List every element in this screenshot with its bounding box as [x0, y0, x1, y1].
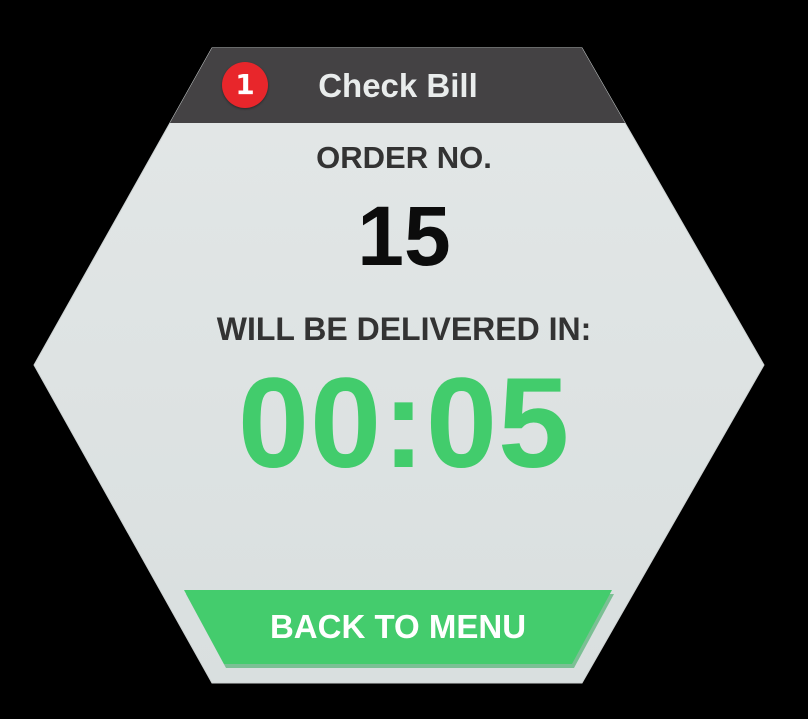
order-number-value: 15: [357, 189, 451, 283]
header-title: Check Bill: [318, 67, 478, 104]
back-to-menu-label: BACK TO MENU: [269, 608, 527, 645]
back-to-menu-button[interactable]: BACK TO MENU: [182, 590, 614, 668]
delivery-label: WILL BE DELIVERED IN:: [216, 311, 592, 347]
countdown-timer: 00:05: [237, 352, 571, 495]
order-number-label: ORDER NO.: [316, 140, 492, 175]
delivery-screen: 1 Check Bill ORDER NO. 15 WILL BE DELIVE…: [0, 0, 808, 719]
notification-badge: 1: [222, 62, 268, 108]
